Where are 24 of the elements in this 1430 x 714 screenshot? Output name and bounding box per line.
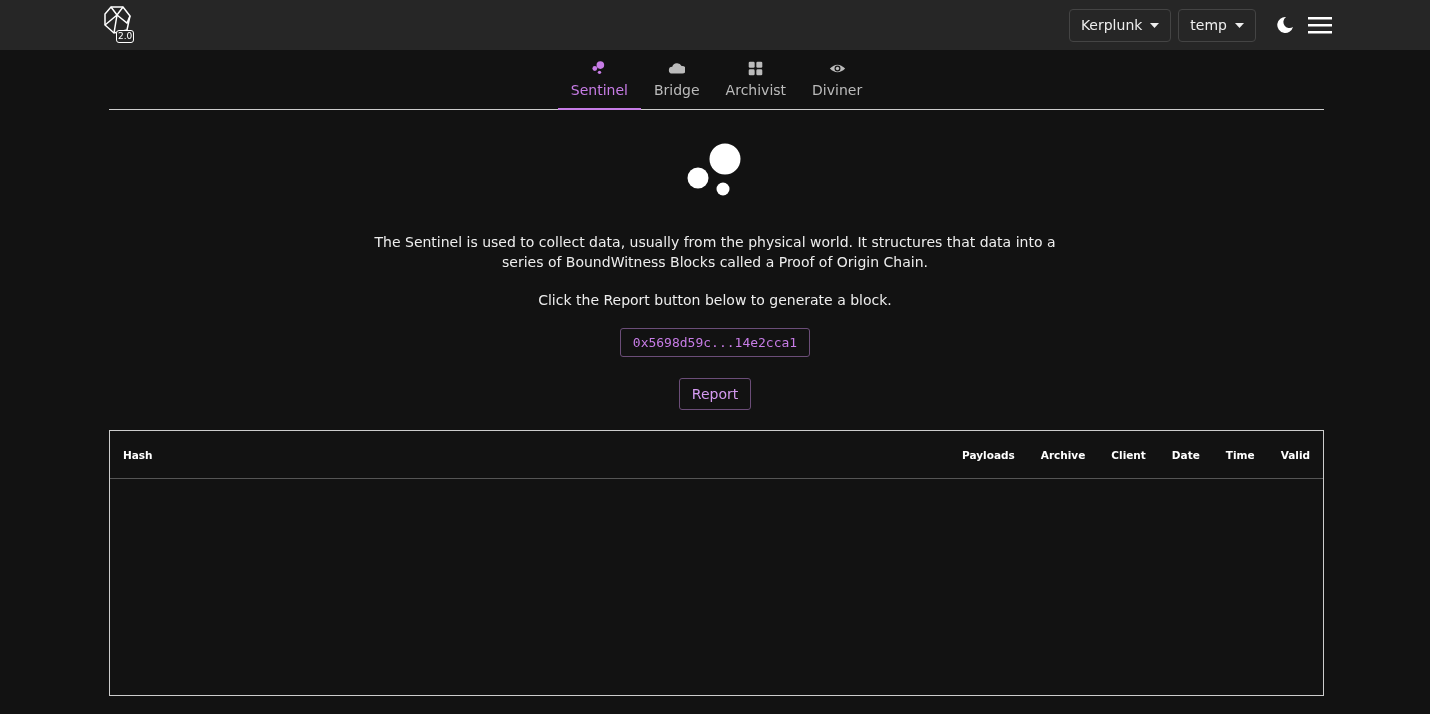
version-badge: 2.0 [116, 30, 135, 43]
caret-icon [1235, 22, 1244, 28]
caret-icon [1150, 22, 1160, 28]
column-header: Hash [123, 448, 153, 461]
nav-tab[interactable]: Diviner [799, 50, 876, 110]
column-header: Valid [1280, 448, 1310, 461]
network-selector[interactable]: temp [1178, 8, 1256, 42]
nav-tab[interactable]: Archivist [712, 50, 800, 110]
cloud-icon [668, 60, 686, 77]
report-button[interactable]: Report [678, 378, 752, 410]
instruction-text: Click the Report button below to generate a block. [538, 292, 892, 308]
grid-icon [747, 60, 765, 77]
description-text: The Sentinel is used to collect data, usually from the physical world. It structures that data into a series of BoundWitness Blocks called a Proof of Origin Chain. [373, 233, 1057, 272]
network-selector[interactable]: Kerplunk [1068, 8, 1172, 42]
nav-tab[interactable]: Sentinel [557, 50, 641, 110]
column-header: Date [1171, 448, 1200, 461]
column-header: Archive [1040, 448, 1086, 461]
column-header: Payloads [962, 448, 1015, 461]
nav-tab[interactable]: Bridge [640, 50, 713, 110]
column-header: Time [1225, 448, 1255, 461]
address-chip[interactable]: 0x5698d59c...14e2cca1 [619, 328, 811, 357]
menu-icon[interactable] [1308, 16, 1332, 34]
moon-icon[interactable] [1276, 16, 1294, 34]
column-header: Client [1111, 448, 1146, 461]
